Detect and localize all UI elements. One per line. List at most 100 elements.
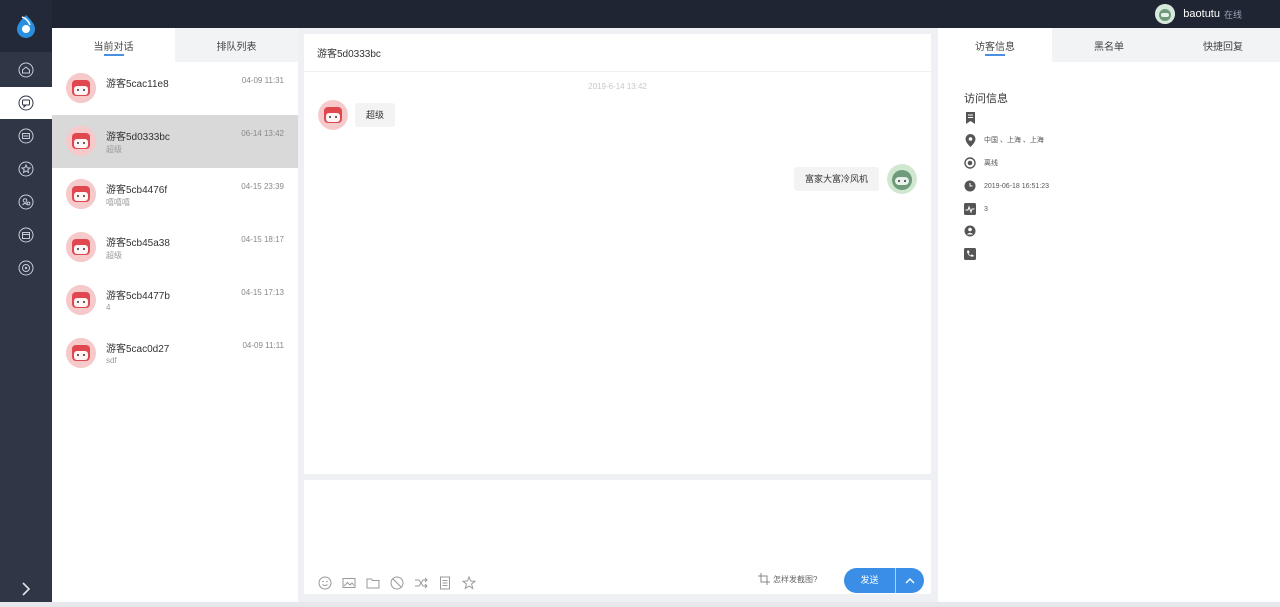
visitor-visit-count: 3 bbox=[984, 205, 988, 213]
conversation-time: 04-09 11:11 bbox=[242, 341, 284, 350]
settings-icon bbox=[18, 260, 34, 276]
nav-favorites[interactable] bbox=[0, 153, 52, 185]
nav-store[interactable] bbox=[0, 219, 52, 251]
bottom-strip bbox=[0, 602, 1280, 607]
emoji-button[interactable] bbox=[316, 574, 334, 592]
user-name: baotutu bbox=[1183, 8, 1220, 20]
conversation-time: 04-09 11:31 bbox=[241, 76, 284, 85]
app-logo[interactable] bbox=[0, 0, 52, 52]
block-button[interactable] bbox=[388, 574, 406, 592]
conversation-item[interactable]: 游客5cac0d27 sdf 04-09 11:11 bbox=[52, 327, 298, 380]
visitor-message-avatar bbox=[318, 100, 348, 130]
bookmark-icon bbox=[965, 112, 975, 124]
conversation-item[interactable]: 游客5cb4477b 4 04-15 17:13 bbox=[52, 274, 298, 327]
conversation-item[interactable]: 游客5cb4476f 嘻嘻嘻 04-15 23:39 bbox=[52, 168, 298, 221]
conversation-name: 游客5cac11e8 bbox=[106, 79, 169, 90]
chevron-right-icon bbox=[22, 582, 31, 596]
conversation-panel: 当前对话 排队列表 游客5cac11e8 04-09 11:31 游客5d033… bbox=[52, 28, 298, 602]
screenshot-help-link[interactable]: 怎样发截图? bbox=[758, 573, 817, 585]
conversation-name: 游客5cb4477b bbox=[106, 291, 170, 302]
visitor-status: 离线 bbox=[984, 160, 998, 167]
visitor-avatar bbox=[66, 73, 96, 103]
notes-icon bbox=[440, 576, 450, 590]
agent-message-bubble: 富家大富冷风机 bbox=[793, 167, 879, 191]
favorite-button[interactable] bbox=[460, 574, 478, 592]
agent-message-avatar bbox=[887, 164, 917, 194]
visitor-row-status: 离线 bbox=[964, 156, 998, 170]
conversation-item-selected[interactable]: 游客5d0333bc 超级 06-14 13:42 bbox=[52, 115, 298, 168]
send-button[interactable]: 发送 bbox=[844, 568, 896, 593]
tab-current-conversations[interactable]: 当前对话 bbox=[52, 28, 175, 62]
visit-info-title: 访问信息 bbox=[964, 93, 1008, 105]
tab-blacklist[interactable]: 黑名单 bbox=[1052, 28, 1166, 62]
image-icon bbox=[342, 578, 356, 588]
visitor-message-bubble: 超级 bbox=[355, 103, 396, 127]
send-button-group: 发送 bbox=[844, 568, 924, 593]
nav-users[interactable] bbox=[0, 186, 52, 218]
conversation-name: 游客5cac0d27 bbox=[106, 344, 170, 355]
nav-messages[interactable] bbox=[0, 120, 52, 152]
tab-quick-reply[interactable]: 快捷回复 bbox=[1166, 28, 1280, 62]
tab-queue-list[interactable]: 排队列表 bbox=[175, 28, 298, 62]
composer-toolbar bbox=[316, 572, 478, 594]
block-icon bbox=[390, 576, 404, 590]
conversation-time: 04-15 17:13 bbox=[241, 288, 284, 297]
activity-icon bbox=[964, 203, 976, 215]
user-avatar bbox=[1155, 4, 1176, 24]
visitor-row-person bbox=[964, 224, 984, 238]
file-button[interactable] bbox=[364, 574, 382, 592]
visitor-avatar bbox=[66, 285, 96, 315]
clock-icon bbox=[964, 180, 976, 192]
notes-button[interactable] bbox=[436, 574, 454, 592]
star-icon bbox=[18, 161, 34, 177]
transfer-icon bbox=[415, 577, 428, 589]
visitor-avatar bbox=[66, 338, 96, 368]
user-menu[interactable]: baotutu 在线 bbox=[1155, 4, 1242, 24]
chat-icon bbox=[18, 95, 34, 111]
visitor-panel: 访客信息 黑名单 快捷回复 访问信息 中国 、上海 、上海 离线 2019-06… bbox=[938, 28, 1280, 602]
conversation-item[interactable]: 游客5cb45a38 超级 04-15 18:17 bbox=[52, 221, 298, 274]
conversation-preview: 4 bbox=[106, 303, 111, 312]
message-icon bbox=[18, 128, 34, 144]
conversation-preview: sdf bbox=[106, 356, 117, 365]
message-composer[interactable]: 怎样发截图? 发送 bbox=[304, 480, 931, 594]
conversation-name: 游客5d0333bc bbox=[106, 132, 170, 143]
visitor-row-time: 2019-06-18 16:51:23 bbox=[964, 179, 1049, 193]
nav-home[interactable] bbox=[0, 54, 52, 86]
screenshot-help-text: 怎样发截图? bbox=[773, 574, 818, 584]
visitor-avatar bbox=[66, 232, 96, 262]
tab-visitor-info[interactable]: 访客信息 bbox=[938, 28, 1052, 62]
store-icon bbox=[18, 227, 34, 243]
user-status: 在线 bbox=[1223, 9, 1242, 20]
emoji-icon bbox=[318, 576, 332, 590]
star-icon bbox=[462, 576, 476, 590]
conversation-time: 04-15 23:39 bbox=[241, 182, 284, 191]
home-icon bbox=[18, 62, 34, 78]
status-dot-icon bbox=[964, 157, 976, 169]
nav-rail bbox=[0, 0, 52, 607]
transfer-button[interactable] bbox=[412, 574, 430, 592]
nav-settings[interactable] bbox=[0, 252, 52, 284]
visitor-row-location: 中国 、上海 、上海 bbox=[964, 133, 1044, 147]
chat-title: 游客5d0333bc bbox=[304, 34, 931, 72]
conversation-item[interactable]: 游客5cac11e8 04-09 11:31 bbox=[52, 62, 298, 115]
conversation-preview: 嘻嘻嘻 bbox=[106, 198, 130, 207]
crop-icon bbox=[758, 573, 770, 585]
conversation-preview: 超级 bbox=[106, 145, 122, 154]
chat-date-divider: 2019-6-14 13:42 bbox=[588, 82, 647, 91]
visitor-location: 中国 、上海 、上海 bbox=[984, 137, 1044, 144]
image-button[interactable] bbox=[340, 574, 358, 592]
send-options-button[interactable] bbox=[896, 577, 924, 585]
conversation-tabs: 当前对话 排队列表 bbox=[52, 28, 298, 62]
expand-rail-button[interactable] bbox=[0, 575, 52, 603]
nav-chat[interactable] bbox=[0, 87, 52, 119]
conversation-name: 游客5cb45a38 bbox=[106, 238, 170, 249]
folder-icon bbox=[366, 578, 380, 589]
visitor-row-activity: 3 bbox=[964, 202, 988, 216]
phone-icon bbox=[964, 248, 976, 260]
visitor-row-phone bbox=[964, 247, 984, 261]
visitor-row-bookmark bbox=[964, 111, 984, 125]
top-bar: baotutu 在线 bbox=[0, 0, 1280, 28]
chevron-up-icon bbox=[905, 577, 915, 583]
conversation-time: 06-14 13:42 bbox=[241, 129, 284, 138]
